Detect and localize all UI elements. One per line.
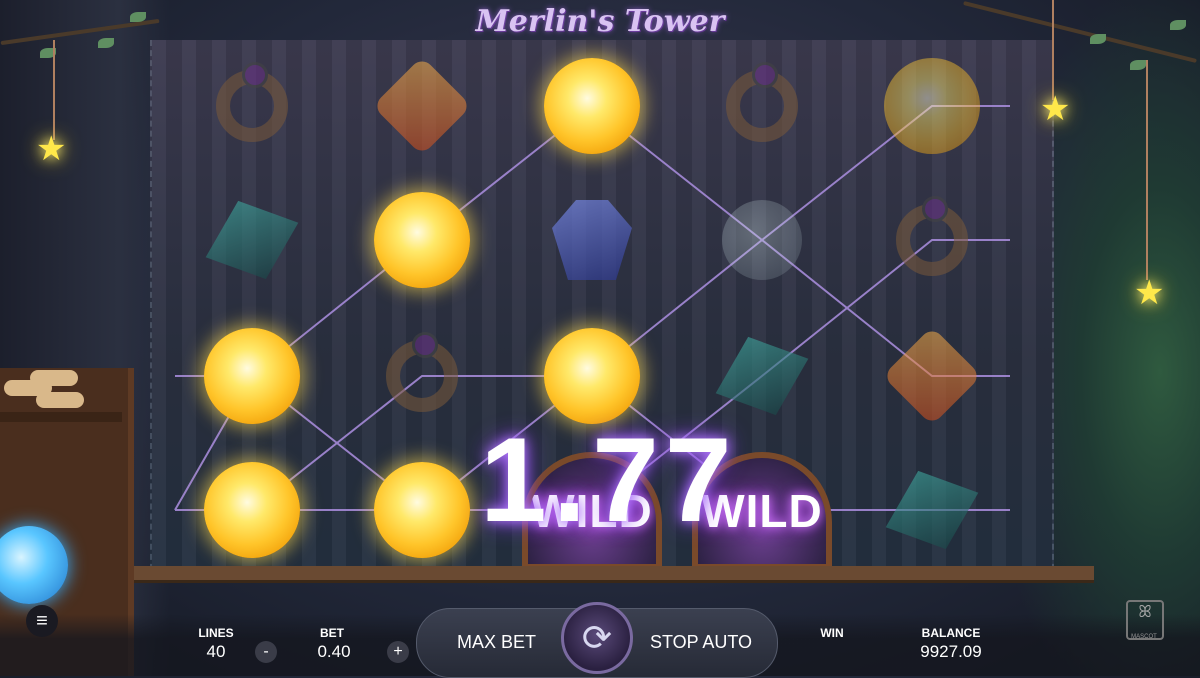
reel-shelf [106,566,1094,583]
symbol-green-gem [712,326,812,426]
star-icon: ★ [36,130,67,168]
leaf-icon [1090,34,1106,44]
win-amount-display: 1.77 [480,413,738,547]
symbol-blue-gem [542,190,642,290]
menu-button[interactable]: ≡ [26,605,58,637]
lines-value: 40 [206,642,226,661]
bet-value: 0.40 [317,642,351,661]
symbol-orange-gem [882,326,982,426]
symbol-orb [542,56,642,156]
balance-value: 9927.09 [920,642,982,661]
symbol-orb [202,460,302,560]
star-string [1052,0,1054,100]
leaf-icon [1130,60,1146,70]
balance-label: BALANCE [921,626,981,640]
leaf-icon [130,12,146,22]
symbol-orb [372,190,472,290]
symbol-orange-gem [372,56,472,156]
symbol-potion [712,190,812,290]
spin-button[interactable]: ⟳ [561,602,633,674]
leaf-icon [98,38,114,48]
max-bet-button[interactable]: MAX BET [457,632,536,653]
scroll-icon [30,370,78,386]
symbol-orb [542,326,642,426]
scroll-icon [36,392,84,408]
star-string [53,40,55,140]
bet-label: BET [320,626,344,640]
symbol-orb [202,326,302,426]
spin-icon: ⟳ [581,617,613,658]
symbol-ring [372,326,472,426]
provider-name: MASCOT [1131,634,1157,640]
symbol-green-gem [882,460,982,560]
symbol-green-gem [202,190,302,290]
star-icon: ★ [1040,90,1071,128]
menu-icon: ≡ [36,610,48,632]
symbol-orb [372,460,472,560]
symbol-ring [882,190,982,290]
symbol-ring [712,56,812,156]
bookcase-shelf [0,412,122,422]
win-label: WIN [820,626,844,640]
stop-auto-button[interactable]: STOP AUTO [650,632,752,653]
game-logo: Merlin's Tower [475,4,725,39]
lines-label: LINES [198,626,234,640]
star-string [1146,60,1148,280]
star-icon: ★ [1134,274,1165,312]
symbol-orb-dim [882,56,982,156]
bet-decrease-button[interactable]: - [255,641,277,663]
leaf-icon [1170,20,1186,30]
bet-increase-button[interactable]: + [387,641,409,663]
symbol-ring [202,56,302,156]
